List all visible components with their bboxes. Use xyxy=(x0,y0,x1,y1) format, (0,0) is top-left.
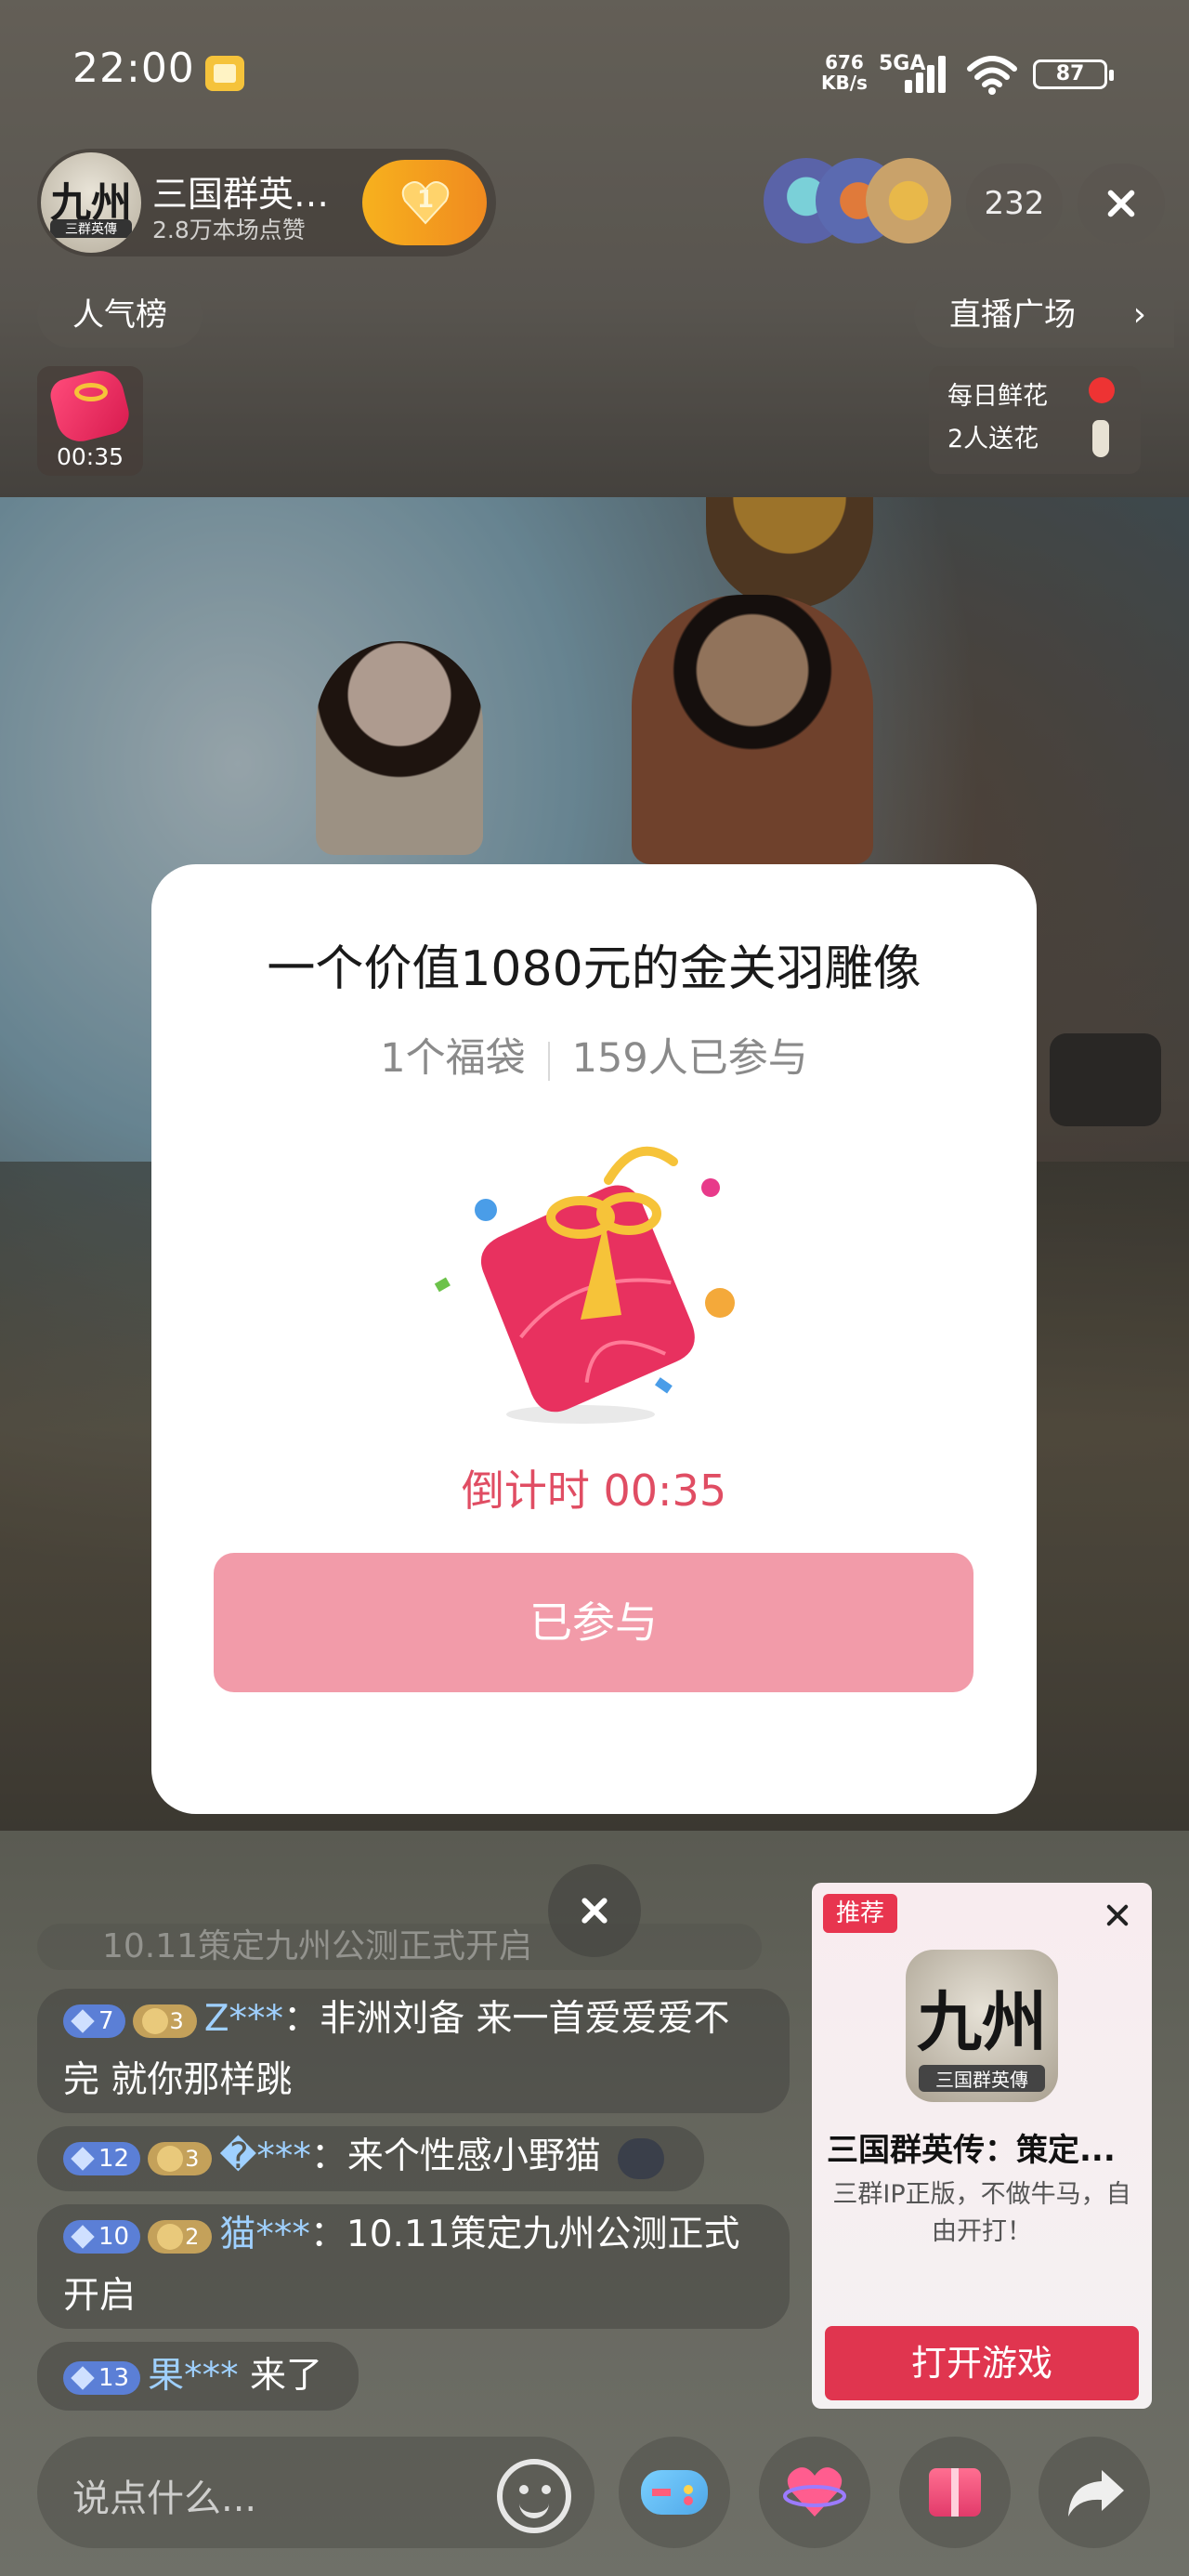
game-description: 三群IP正版，不做牛马，自由开打！ xyxy=(832,2180,1131,2246)
gift-button[interactable] xyxy=(899,2437,1011,2548)
like-button[interactable] xyxy=(759,2437,870,2548)
gift-icon xyxy=(929,2468,981,2517)
close-live-button[interactable] xyxy=(1078,164,1165,243)
close-icon[interactable] xyxy=(1102,1899,1133,1931)
chat-separator: ： xyxy=(309,2214,346,2255)
fan-level-badge: 3 xyxy=(148,2141,213,2175)
modal-subtitle: 1个福袋 159人已参与 xyxy=(151,1026,1037,1084)
rose-icon xyxy=(1089,377,1115,403)
share-icon xyxy=(1068,2470,1124,2517)
game-logo-subtext: 三国群英傳 xyxy=(919,2065,1045,2092)
chat-message[interactable]: 13 果*** 来了 xyxy=(37,2342,359,2411)
network-speed-unit: KB/s xyxy=(821,72,868,94)
popularity-rank-button[interactable]: 人气榜 xyxy=(37,283,203,348)
network-speed-value: 676 xyxy=(825,51,864,73)
game-button[interactable] xyxy=(619,2437,730,2548)
status-time: 22:00 xyxy=(72,45,195,92)
gamepad-icon xyxy=(641,2470,708,2515)
streamer-likes: 2.8万本场点赞 xyxy=(152,217,306,243)
heart-icon xyxy=(783,2467,846,2517)
user-level-badge: 12 xyxy=(63,2141,141,2175)
chat-text: 来了 xyxy=(250,2355,323,2397)
viewer-avatar[interactable] xyxy=(866,158,951,243)
open-game-button[interactable]: 打开游戏 xyxy=(825,2326,1139,2400)
wifi-icon xyxy=(967,56,1017,95)
countdown-timer: 倒计时 00:35 xyxy=(461,1465,727,1516)
chat-faded-message: 10.11策定九州公测正式开启 xyxy=(37,1924,762,1970)
game-name: 三国群英传：策定... xyxy=(827,2132,1116,2169)
chat-separator: ： xyxy=(310,2136,347,2177)
bag-count: 1个福袋 xyxy=(380,1035,526,1082)
live-plaza-label: 直播广场 xyxy=(949,296,1076,334)
chat-message[interactable]: 10 2 猫***：10.11策定九州公测正式开启 xyxy=(37,2204,790,2329)
user-level-badge: 7 xyxy=(63,2004,125,2038)
fan-level: 1 xyxy=(416,186,435,214)
flower-count: 2人送花 xyxy=(947,425,1039,453)
cat-emoji-icon xyxy=(618,2137,665,2179)
fan-club-button[interactable]: 1 xyxy=(362,160,487,245)
chevron-right-icon: › xyxy=(1132,296,1146,334)
user-level-badge: 13 xyxy=(63,2360,141,2395)
lucky-bag-bow xyxy=(74,383,108,401)
viewer-count[interactable]: 232 xyxy=(966,164,1063,243)
game-app-icon[interactable]: 九州 三国群英傳 xyxy=(906,1950,1058,2102)
share-button[interactable] xyxy=(1039,2437,1150,2548)
lucky-bag-icon xyxy=(46,366,134,447)
network-speed: 676 KB/s xyxy=(821,52,868,93)
game-logo-text: 九州 xyxy=(917,1983,1047,2060)
chat-username[interactable]: 果*** xyxy=(148,2355,239,2397)
close-modal-button[interactable] xyxy=(548,1864,641,1957)
fan-level-badge: 2 xyxy=(148,2219,213,2254)
chat-username[interactable]: 猫*** xyxy=(219,2214,310,2255)
battery-level: 87 xyxy=(1055,62,1085,85)
lucky-bag-thumbnail[interactable]: 00:35 xyxy=(37,366,143,476)
vase-icon xyxy=(1092,420,1109,457)
joined-button[interactable]: 已参与 xyxy=(214,1553,973,1692)
participant-count: 159人已参与 xyxy=(571,1035,808,1082)
chat-text: 来个性感小野猫 xyxy=(346,2136,601,2177)
recommend-tag: 推荐 xyxy=(823,1894,897,1933)
daily-flower-widget[interactable]: 每日鲜花 2人送花 xyxy=(929,366,1141,474)
chat-message[interactable]: 12 3 �***：来个性感小野猫 xyxy=(37,2126,704,2191)
streamer-avatar[interactable]: 九州 三群英傳 xyxy=(41,152,141,253)
avatar-logo-subtext: 三群英傳 xyxy=(50,219,132,238)
chat-username[interactable]: �*** xyxy=(219,2136,311,2177)
lucky-bag-timer: 00:35 xyxy=(56,443,124,470)
modal-title: 一个价值1080元的金关羽雕像 xyxy=(267,941,921,997)
user-level-badge: 10 xyxy=(63,2219,141,2254)
signal-icon xyxy=(901,54,955,93)
live-plaza-button[interactable]: 直播广场 › xyxy=(914,283,1174,348)
chat-message[interactable]: 7 3 Z***：非洲刘备 来一首爱爱爱不完 就你那样跳 xyxy=(37,1989,790,2113)
app-notification-icon xyxy=(205,56,244,91)
emoji-icon[interactable] xyxy=(497,2459,571,2533)
lucky-bag-illustration-icon xyxy=(434,1146,735,1424)
fan-level-badge: 3 xyxy=(132,2004,197,2038)
divider xyxy=(547,1041,550,1081)
comment-placeholder: 说点什么... xyxy=(72,2477,257,2520)
chat-separator: ： xyxy=(283,1998,320,2040)
streamer-name[interactable]: 三国群英… xyxy=(152,165,329,217)
chat-username[interactable]: Z*** xyxy=(204,1998,283,2040)
battery-icon: 87 xyxy=(1033,59,1114,89)
